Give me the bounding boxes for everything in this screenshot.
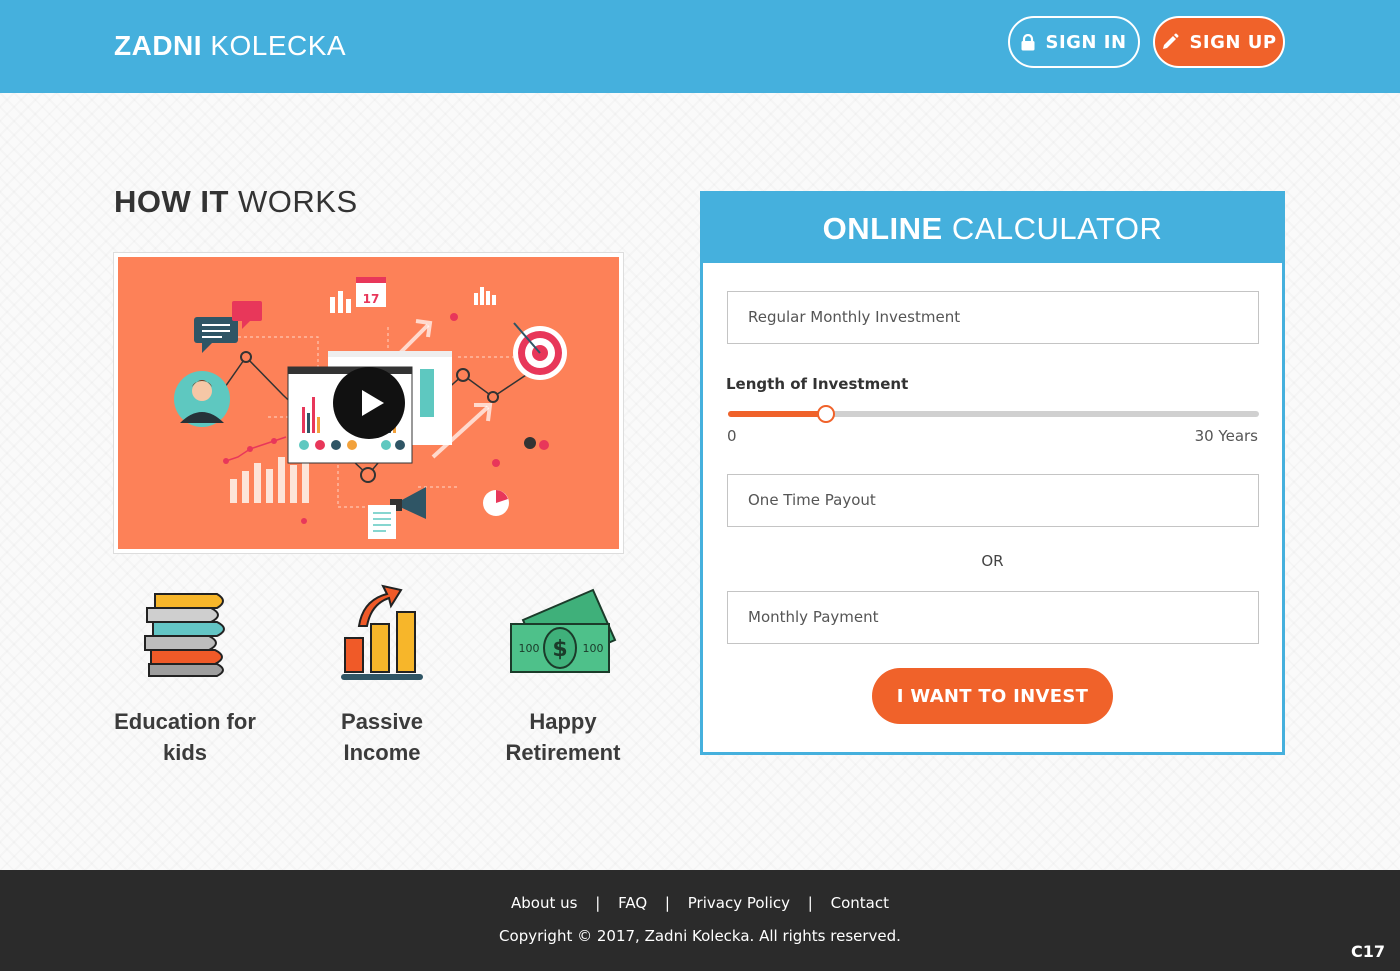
calendar-day: 17 [363, 292, 380, 306]
footer-separator: | [807, 894, 813, 912]
video-thumbnail: 17 [118, 257, 619, 549]
logo-light: KOLECKA [210, 30, 347, 61]
monthly-payment-placeholder: Monthly Payment [748, 608, 879, 626]
calculator-title-light: CALCULATOR [951, 211, 1163, 246]
site-header: ZADNI KOLECKA SIGN IN SIGN UP [0, 0, 1400, 93]
footer-separator: | [595, 894, 601, 912]
footer-link-privacy[interactable]: Privacy Policy [688, 894, 790, 912]
play-button[interactable] [333, 367, 405, 439]
one-time-payout-input[interactable]: One Time Payout [727, 474, 1259, 527]
how-it-works-title: HOW IT WORKS [114, 184, 358, 220]
calculator-title-bold: ONLINE [822, 211, 943, 246]
footer-link-about[interactable]: About us [511, 894, 577, 912]
feature-label-line2: kids [162, 740, 208, 765]
money-icon: $ 100 100 [510, 588, 617, 673]
pencil-icon [1163, 33, 1179, 49]
svg-text:$: $ [552, 637, 567, 662]
feature-passive-income: Passive Income [325, 580, 439, 768]
growth-chart-icon [341, 584, 423, 680]
video-player[interactable]: 17 [113, 252, 624, 554]
feature-label-line2: Income [343, 740, 421, 765]
footer-separator: | [664, 894, 670, 912]
slider-fill [728, 411, 827, 417]
online-calculator: ONLINE CALCULATOR Regular Monthly Invest… [700, 191, 1285, 755]
footer-nav: About us | FAQ | Privacy Policy | Contac… [0, 894, 1400, 912]
svg-text:100: 100 [583, 642, 604, 655]
feature-education: Education for kids [114, 580, 256, 768]
svg-text:100: 100 [519, 642, 540, 655]
footer-link-contact[interactable]: Contact [831, 894, 889, 912]
corner-code: C17 [1350, 942, 1385, 961]
investment-length-slider[interactable] [728, 405, 1259, 423]
site-logo[interactable]: ZADNI KOLECKA [114, 30, 346, 62]
logo-bold: ZADNI [114, 30, 203, 61]
copyright-text: Copyright © 2017, Zadni Kolecka. All rig… [499, 927, 901, 945]
books-icon [144, 593, 225, 677]
calculator-title: ONLINE CALCULATOR [703, 194, 1282, 263]
feature-retirement: $ 100 100 Happy Retirement [497, 580, 629, 768]
sign-up-label: SIGN UP [1189, 31, 1277, 53]
monthly-payment-input[interactable]: Monthly Payment [727, 591, 1259, 644]
or-divider: OR [981, 552, 1004, 570]
sign-in-button[interactable]: SIGN IN [1008, 16, 1140, 68]
monthly-investment-placeholder: Regular Monthly Investment [748, 308, 961, 326]
feature-label-line2: Retirement [505, 740, 621, 765]
one-time-payout-placeholder: One Time Payout [748, 491, 876, 509]
sign-up-button[interactable]: SIGN UP [1153, 16, 1285, 68]
feature-label-line1: Happy [529, 709, 597, 734]
slider-max-label: 30 Years [1194, 427, 1258, 445]
title-light: WORKS [238, 184, 358, 219]
lock-icon [1021, 33, 1035, 50]
sign-in-label: SIGN IN [1045, 31, 1127, 53]
footer-link-faq[interactable]: FAQ [618, 894, 647, 912]
slider-handle[interactable] [817, 405, 836, 423]
invest-button[interactable]: I WANT TO INVEST [872, 668, 1113, 724]
feature-label-line1: Education for [114, 709, 256, 734]
feature-label-line1: Passive [341, 709, 423, 734]
length-of-investment-label: Length of Investment [726, 375, 909, 393]
site-footer: About us | FAQ | Privacy Policy | Contac… [0, 870, 1400, 971]
title-bold: HOW IT [114, 184, 229, 219]
monthly-investment-input[interactable]: Regular Monthly Investment [727, 291, 1259, 344]
slider-min-label: 0 [727, 427, 737, 445]
